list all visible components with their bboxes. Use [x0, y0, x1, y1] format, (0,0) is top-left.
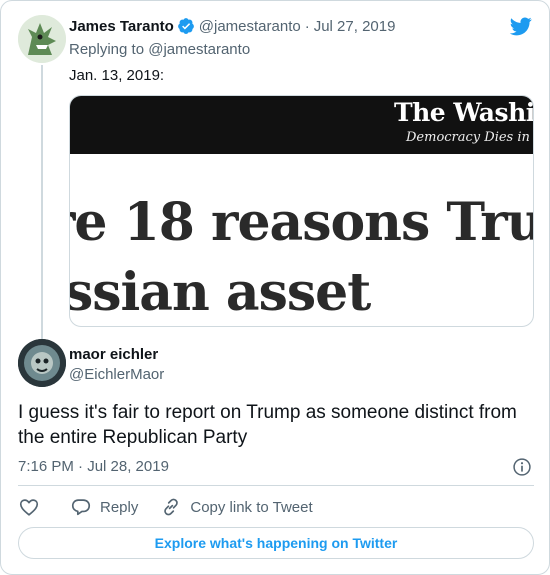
parent-author-name[interactable]: James Taranto: [69, 18, 174, 35]
explore-twitter-button[interactable]: Explore what's happening on Twitter: [18, 527, 534, 559]
replying-to-handle[interactable]: @jamestaranto: [148, 41, 250, 58]
header-separator: ·: [304, 17, 310, 35]
verified-badge-icon: [177, 18, 194, 34]
media-masthead: The Washingto: [394, 98, 534, 127]
media-headline-line1: re 18 reasons Trum: [70, 192, 533, 253]
info-icon[interactable]: [512, 457, 532, 477]
copy-link-label: Copy link to Tweet: [190, 498, 313, 516]
actions-divider: [18, 485, 534, 486]
tweet-embed-card: James Taranto @jamestaranto · Jul 27, 20…: [0, 0, 550, 575]
reply-author-name[interactable]: maor eichler: [69, 346, 158, 363]
media-tagline: Democracy Dies in D: [406, 130, 534, 145]
parent-tweet-header: James Taranto @jamestaranto · Jul 27, 20…: [69, 17, 395, 35]
copy-link-button[interactable]: Copy link to Tweet: [160, 496, 313, 518]
reply-tweet-text: I guess it's fair to report on Trump as …: [18, 402, 517, 448]
reply-button[interactable]: Reply: [70, 496, 138, 518]
parent-author-handle[interactable]: @jamestaranto: [199, 18, 301, 35]
replying-to-line: Replying to @jamestaranto: [69, 41, 250, 58]
parent-tweet-text: Jan. 13, 2019:: [69, 67, 165, 84]
reply-author-handle[interactable]: @EichlerMaor: [69, 366, 164, 383]
heart-icon: [19, 499, 39, 516]
thread-connector-line: [41, 65, 43, 339]
parent-tweet-media[interactable]: The Washingto Democracy Dies in D re 18 …: [69, 95, 534, 327]
reply-label: Reply: [100, 498, 139, 516]
media-headline-line2: ssian asset: [69, 262, 371, 323]
link-icon: [164, 498, 179, 516]
media-masthead-bar: The Washingto Democracy Dies in D: [70, 96, 533, 154]
tweet-actions-bar: Reply Copy link to Tweet: [18, 495, 313, 519]
reply-author-avatar[interactable]: [18, 339, 66, 387]
like-button[interactable]: [18, 496, 40, 518]
replying-to-prefix: Replying to: [69, 41, 145, 58]
reply-icon: [71, 499, 91, 516]
parent-author-avatar[interactable]: [18, 15, 66, 63]
parent-tweet-date[interactable]: Jul 27, 2019: [314, 18, 396, 35]
reply-timestamp[interactable]: 7:16 PM · Jul 28, 2019: [18, 458, 169, 475]
twitter-bird-icon[interactable]: [509, 15, 533, 37]
